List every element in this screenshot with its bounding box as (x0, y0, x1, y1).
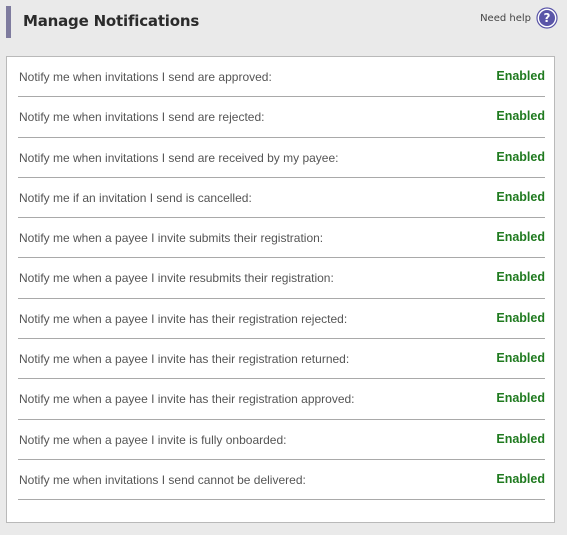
notification-label: Notify me when invitations I send cannot… (19, 472, 306, 487)
svg-text:?: ? (544, 11, 551, 25)
notification-label: Notify me when invitations I send are ap… (19, 70, 272, 84)
need-help-link[interactable]: Need help ? (480, 7, 558, 29)
notification-label: Notify me when a payee I invite has thei… (19, 352, 350, 367)
notification-row: Notify me when a payee I invite resubmit… (18, 258, 545, 299)
notification-label: Notify me when a payee I invite has thei… (19, 392, 355, 407)
notification-status-toggle[interactable]: Enabled (496, 270, 545, 284)
notification-status-toggle[interactable]: Enabled (496, 472, 545, 486)
notification-row: Notify me when a payee I invite is fully… (18, 420, 545, 460)
question-circle-icon[interactable]: ? (536, 7, 558, 29)
notification-label: Notify me when a payee I invite is fully… (19, 432, 287, 447)
notification-row: Notify me when a payee I invite has thei… (18, 299, 545, 340)
notification-row: Notify me if an invitation I send is can… (18, 178, 545, 219)
notification-row: Notify me when invitations I send are re… (18, 138, 545, 178)
notification-label: Notify me when invitations I send are re… (19, 110, 265, 125)
notification-status-toggle[interactable]: Enabled (496, 391, 545, 405)
title-accent-bar (6, 6, 11, 38)
notification-status-toggle[interactable]: Enabled (496, 190, 545, 204)
notification-row: Notify me when a payee I invite has thei… (18, 339, 545, 380)
notification-status-toggle[interactable]: Enabled (496, 109, 545, 123)
notification-label: Notify me if an invitation I send is can… (19, 190, 252, 205)
notification-row: Notify me when invitations I send are re… (18, 97, 545, 138)
notification-label: Notify me when a payee I invite has thei… (19, 311, 348, 326)
notification-status-toggle[interactable]: Enabled (496, 311, 545, 325)
notification-list: Notify me when invitations I send are ap… (18, 57, 545, 501)
notification-status-toggle[interactable]: Enabled (496, 69, 545, 83)
need-help-label[interactable]: Need help (480, 13, 531, 24)
notification-status-toggle[interactable]: Enabled (496, 230, 545, 244)
notification-status-toggle[interactable]: Enabled (496, 351, 545, 365)
notification-row: Notify me when invitations I send are ap… (18, 57, 545, 98)
notification-label: Notify me when a payee I invite submits … (19, 231, 324, 246)
notification-row: Notify me when a payee I invite submits … (18, 218, 545, 259)
notification-label: Notify me when invitations I send are re… (19, 150, 339, 165)
notification-row: Notify me when invitations I send cannot… (18, 460, 545, 501)
notification-status-toggle[interactable]: Enabled (496, 432, 545, 446)
page-title: Manage Notifications (23, 12, 200, 30)
notification-row: Notify me when a payee I invite has thei… (18, 379, 545, 420)
page-header: Manage Notifications Need help ? (0, 0, 567, 48)
notification-label: Notify me when a payee I invite resubmit… (19, 271, 334, 286)
notification-status-toggle[interactable]: Enabled (496, 150, 545, 164)
notifications-panel: Notify me when invitations I send are ap… (6, 56, 555, 523)
